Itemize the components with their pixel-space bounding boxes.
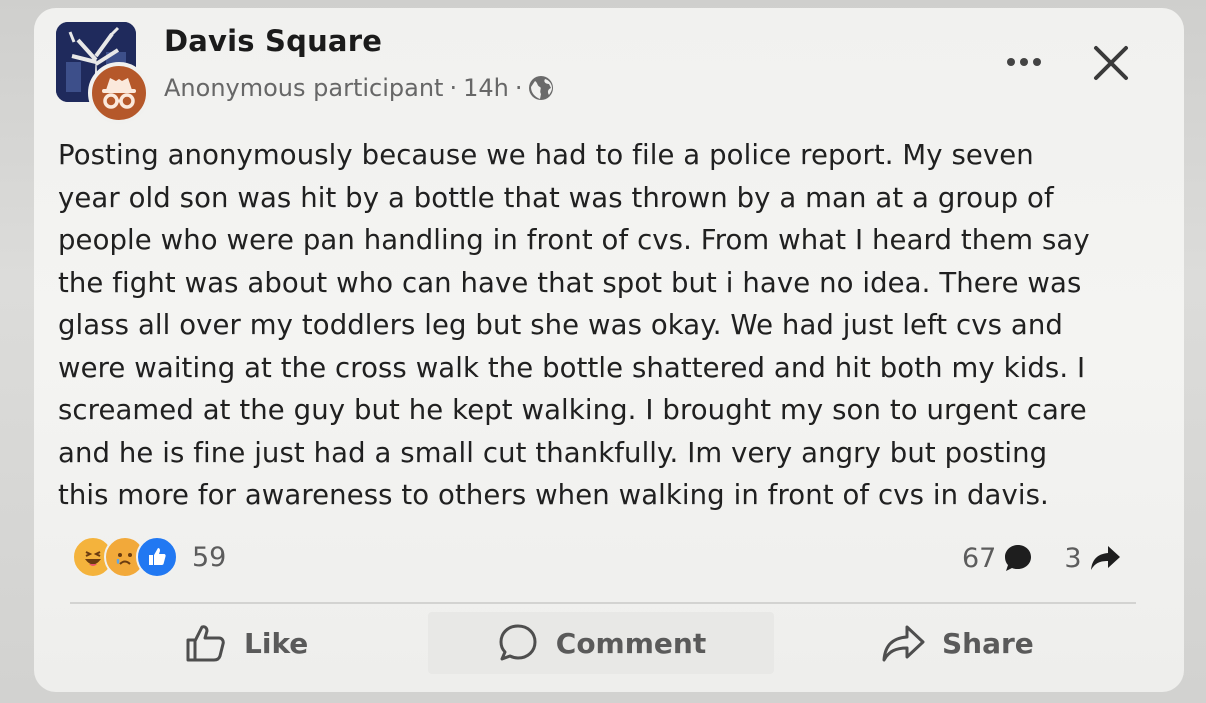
thumbs-up-icon <box>186 625 225 662</box>
share-count: 3 <box>1064 542 1082 574</box>
reactions-summary[interactable]: 59 <box>72 536 226 578</box>
comment-count: 67 <box>962 542 997 574</box>
share-arrow-icon <box>1090 546 1120 570</box>
more-options-button[interactable] <box>994 44 1054 80</box>
comment-label: Comment <box>555 626 707 660</box>
post-card: Davis Square Anonymous participant · 14h… <box>34 8 1184 692</box>
comment-icon <box>499 624 537 661</box>
comment-bubble-icon <box>1005 545 1032 571</box>
separator: · <box>449 74 458 102</box>
globe-icon <box>529 76 554 100</box>
author-name[interactable]: Anonymous participant <box>164 74 443 102</box>
share-icon <box>882 625 925 662</box>
comment-count-link[interactable]: 67 <box>962 542 1034 574</box>
like-icon <box>136 536 178 578</box>
close-button[interactable] <box>1090 42 1132 84</box>
dot <box>1020 58 1028 66</box>
share-label: Share <box>942 626 1034 660</box>
post-meta: Anonymous participant · 14h · <box>164 74 554 102</box>
like-button[interactable]: Like <box>184 612 308 674</box>
like-label: Like <box>244 626 309 660</box>
dot <box>1033 58 1041 66</box>
share-button[interactable]: Share <box>880 612 1034 674</box>
separator: · <box>514 74 523 102</box>
divider <box>70 602 1136 604</box>
reaction-count: 59 <box>192 541 227 573</box>
comment-button[interactable]: Comment <box>428 612 774 674</box>
close-icon <box>1094 46 1128 80</box>
post-body: Posting anonymously because we had to fi… <box>58 139 1090 511</box>
share-count-link[interactable]: 3 <box>1064 543 1121 574</box>
anonymous-avatar[interactable] <box>88 62 150 124</box>
dot <box>1007 58 1015 66</box>
post-time[interactable]: 14h <box>463 74 509 102</box>
engagement-counts: 67 3 <box>962 542 1122 574</box>
incognito-icon <box>102 78 136 109</box>
action-bar: Like Comment Share <box>34 608 1184 678</box>
group-name[interactable]: Davis Square <box>164 24 382 58</box>
